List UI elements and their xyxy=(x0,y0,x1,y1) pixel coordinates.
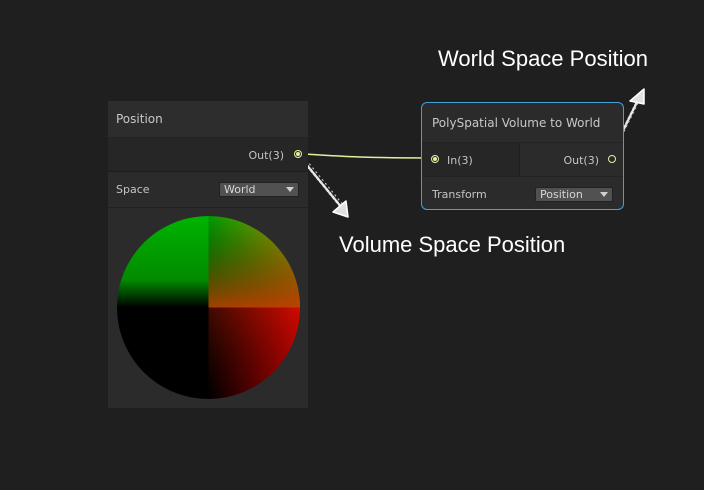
volume-annotation-arrow xyxy=(299,155,349,218)
space-setting-row: Space World xyxy=(108,172,308,208)
input-ports: In(3) xyxy=(422,143,520,176)
position-output-port[interactable] xyxy=(294,150,302,158)
transform-label: Transform xyxy=(432,187,487,201)
dropdown-arrow-icon xyxy=(600,191,608,197)
preview-sphere xyxy=(117,216,300,399)
position-node[interactable]: Position Out(3) Space World xyxy=(108,101,308,408)
shader-graph-canvas[interactable]: World Space Position Volume Space Positi… xyxy=(0,0,704,490)
transform-dropdown-value: Position xyxy=(540,187,583,201)
output-port[interactable] xyxy=(608,155,616,163)
polyspatial-node-title: PolySpatial Volume to World xyxy=(432,115,601,130)
edge-position-to-volume-to-world[interactable] xyxy=(302,153,434,159)
input-port-label: In(3) xyxy=(447,154,473,167)
position-node-header[interactable]: Position xyxy=(108,101,308,138)
space-dropdown-value: World xyxy=(224,183,256,196)
input-port[interactable] xyxy=(431,155,439,163)
polyspatial-ports-row: In(3) Out(3) xyxy=(422,143,623,177)
polyspatial-node-header[interactable]: PolySpatial Volume to World xyxy=(422,103,623,143)
position-output-label: Out(3) xyxy=(248,149,284,162)
space-label: Space xyxy=(116,183,150,196)
space-dropdown[interactable]: World xyxy=(219,182,299,197)
position-output-row: Out(3) xyxy=(108,138,308,172)
transform-dropdown[interactable]: Position xyxy=(535,186,613,202)
polyspatial-volume-to-world-node[interactable]: PolySpatial Volume to World In(3) Out(3)… xyxy=(421,102,624,210)
world-space-annotation: World Space Position xyxy=(438,46,648,71)
volume-space-annotation: Volume Space Position xyxy=(339,232,566,257)
output-port-label: Out(3) xyxy=(563,154,599,167)
transform-setting-row: Transform Position xyxy=(422,177,623,209)
output-ports: Out(3) xyxy=(520,143,623,176)
position-node-title: Position xyxy=(116,112,163,126)
dropdown-arrow-icon xyxy=(286,187,294,192)
node-preview xyxy=(117,216,300,399)
